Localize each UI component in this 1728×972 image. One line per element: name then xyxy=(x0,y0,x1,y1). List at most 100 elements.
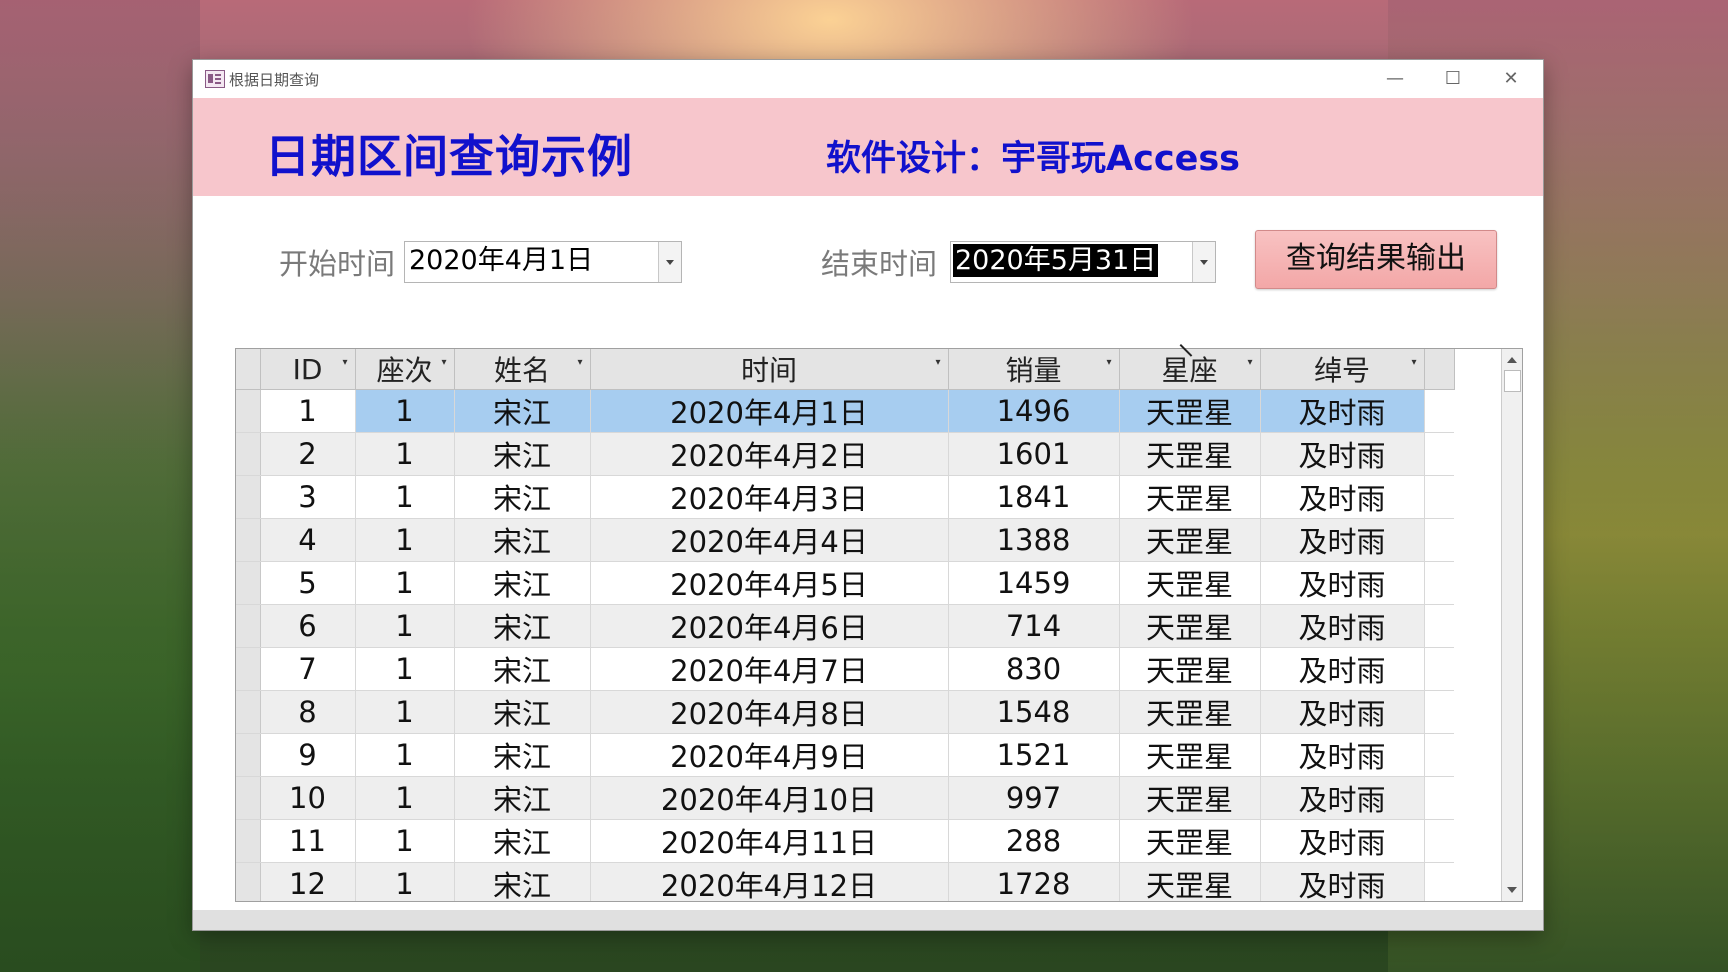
table-cell[interactable]: 宋江 xyxy=(454,733,591,777)
table-cell[interactable]: 9 xyxy=(260,733,356,777)
table-cell[interactable]: 宋江 xyxy=(454,690,591,734)
table-cell[interactable]: 5 xyxy=(260,561,356,605)
table-cell[interactable]: 宋江 xyxy=(454,475,591,519)
minimize-button[interactable]: — xyxy=(1369,64,1421,94)
table-cell[interactable]: 宋江 xyxy=(454,389,591,433)
table-row[interactable]: 11 1 宋江 2020年4月11日 288 天罡星 及时雨 xyxy=(236,819,1454,863)
table-cell[interactable]: 宋江 xyxy=(454,862,591,901)
table-cell[interactable]: 2020年4月4日 xyxy=(590,518,949,562)
table-row[interactable]: 8 1 宋江 2020年4月8日 1548 天罡星 及时雨 xyxy=(236,690,1454,734)
scroll-down-icon[interactable] xyxy=(1502,881,1522,899)
table-row[interactable]: 5 1 宋江 2020年4月5日 1459 天罡星 及时雨 xyxy=(236,561,1454,605)
table-cell[interactable]: 及时雨 xyxy=(1260,604,1425,648)
table-cell[interactable]: 288 xyxy=(948,819,1120,863)
table-cell[interactable]: 天罡星 xyxy=(1119,475,1261,519)
table-cell[interactable]: 及时雨 xyxy=(1260,475,1425,519)
table-cell[interactable]: 天罡星 xyxy=(1119,561,1261,605)
table-cell[interactable]: 及时雨 xyxy=(1260,518,1425,562)
table-cell[interactable]: 宋江 xyxy=(454,518,591,562)
table-cell[interactable]: 天罡星 xyxy=(1119,776,1261,820)
table-cell[interactable]: 1841 xyxy=(948,475,1120,519)
table-cell[interactable]: 宋江 xyxy=(454,604,591,648)
table-cell[interactable]: 宋江 xyxy=(454,561,591,605)
start-date-value[interactable]: 2020年4月1日 xyxy=(407,244,595,277)
table-cell[interactable]: 1 xyxy=(355,819,455,863)
table-cell[interactable]: 1 xyxy=(355,432,455,476)
table-cell[interactable]: 1521 xyxy=(948,733,1120,777)
table-cell[interactable]: 及时雨 xyxy=(1260,690,1425,734)
table-cell[interactable]: 及时雨 xyxy=(1260,733,1425,777)
table-cell[interactable]: 1548 xyxy=(948,690,1120,734)
table-cell[interactable]: 1 xyxy=(355,647,455,691)
table-cell[interactable]: 天罡星 xyxy=(1119,647,1261,691)
table-cell[interactable]: 830 xyxy=(948,647,1120,691)
row-selector[interactable] xyxy=(236,733,261,777)
table-cell[interactable]: 天罡星 xyxy=(1119,862,1261,901)
table-cell[interactable]: 1 xyxy=(355,776,455,820)
row-selector[interactable] xyxy=(236,819,261,863)
table-cell[interactable]: 1459 xyxy=(948,561,1120,605)
row-selector[interactable] xyxy=(236,690,261,734)
table-cell[interactable]: 1388 xyxy=(948,518,1120,562)
table-cell[interactable]: 天罡星 xyxy=(1119,518,1261,562)
table-row[interactable]: 9 1 宋江 2020年4月9日 1521 天罡星 及时雨 xyxy=(236,733,1454,777)
row-selector[interactable] xyxy=(236,432,261,476)
query-output-button[interactable]: 查询结果输出 xyxy=(1255,230,1497,289)
row-selector[interactable] xyxy=(236,518,261,562)
table-cell[interactable]: 及时雨 xyxy=(1260,389,1425,433)
table-row[interactable]: 2 1 宋江 2020年4月2日 1601 天罡星 及时雨 xyxy=(236,432,1454,476)
table-cell[interactable]: 1 xyxy=(260,389,356,433)
table-cell[interactable]: 7 xyxy=(260,647,356,691)
table-cell[interactable]: 及时雨 xyxy=(1260,647,1425,691)
table-cell[interactable]: 2 xyxy=(260,432,356,476)
table-row[interactable]: 6 1 宋江 2020年4月6日 714 天罡星 及时雨 xyxy=(236,604,1454,648)
table-cell[interactable]: 2020年4月12日 xyxy=(590,862,949,901)
table-cell[interactable]: 1728 xyxy=(948,862,1120,901)
column-header[interactable]: 销量 ▾ xyxy=(948,349,1120,390)
table-row[interactable]: 3 1 宋江 2020年4月3日 1841 天罡星 及时雨 xyxy=(236,475,1454,519)
table-cell[interactable]: 宋江 xyxy=(454,819,591,863)
table-cell[interactable]: 天罡星 xyxy=(1119,733,1261,777)
table-cell[interactable]: 1496 xyxy=(948,389,1120,433)
column-header[interactable]: 时间 ▾ xyxy=(590,349,949,390)
sort-arrow-icon[interactable]: ▾ xyxy=(1411,357,1416,368)
table-cell[interactable]: 天罡星 xyxy=(1119,690,1261,734)
table-cell[interactable]: 天罡星 xyxy=(1119,432,1261,476)
table-cell[interactable]: 宋江 xyxy=(454,647,591,691)
table-cell[interactable]: 2020年4月9日 xyxy=(590,733,949,777)
row-selector[interactable] xyxy=(236,647,261,691)
table-cell[interactable]: 1 xyxy=(355,518,455,562)
row-selector[interactable] xyxy=(236,475,261,519)
sort-arrow-icon[interactable]: ▾ xyxy=(441,357,446,368)
table-cell[interactable]: 1 xyxy=(355,389,455,433)
title-bar[interactable]: 根据日期查询 — ☐ ✕ xyxy=(193,60,1543,98)
table-cell[interactable]: 2020年4月1日 xyxy=(590,389,949,433)
table-cell[interactable]: 11 xyxy=(260,819,356,863)
table-row[interactable]: 4 1 宋江 2020年4月4日 1388 天罡星 及时雨 xyxy=(236,518,1454,562)
table-cell[interactable]: 1601 xyxy=(948,432,1120,476)
close-button[interactable]: ✕ xyxy=(1485,64,1537,94)
chevron-down-icon[interactable] xyxy=(658,242,681,282)
row-selector[interactable] xyxy=(236,389,261,433)
column-header[interactable]: 绰号 ▾ xyxy=(1260,349,1425,390)
table-cell[interactable]: 及时雨 xyxy=(1260,776,1425,820)
scroll-thumb[interactable] xyxy=(1504,370,1521,392)
row-selector[interactable] xyxy=(236,776,261,820)
table-cell[interactable]: 及时雨 xyxy=(1260,819,1425,863)
table-cell[interactable]: 2020年4月7日 xyxy=(590,647,949,691)
table-cell[interactable]: 2020年4月8日 xyxy=(590,690,949,734)
sort-arrow-icon[interactable]: ▾ xyxy=(1247,357,1252,368)
sort-arrow-icon[interactable]: ▾ xyxy=(935,357,940,368)
table-cell[interactable]: 1 xyxy=(355,733,455,777)
table-cell[interactable]: 宋江 xyxy=(454,776,591,820)
table-cell[interactable]: 997 xyxy=(948,776,1120,820)
table-cell[interactable]: 1 xyxy=(355,561,455,605)
scroll-up-icon[interactable] xyxy=(1502,351,1522,369)
table-row[interactable]: 7 1 宋江 2020年4月7日 830 天罡星 及时雨 xyxy=(236,647,1454,691)
table-row[interactable]: 10 1 宋江 2020年4月10日 997 天罡星 及时雨 xyxy=(236,776,1454,820)
row-selector[interactable] xyxy=(236,862,261,901)
row-selector[interactable] xyxy=(236,604,261,648)
table-cell[interactable]: 2020年4月2日 xyxy=(590,432,949,476)
table-cell[interactable]: 天罡星 xyxy=(1119,604,1261,648)
table-cell[interactable]: 714 xyxy=(948,604,1120,648)
